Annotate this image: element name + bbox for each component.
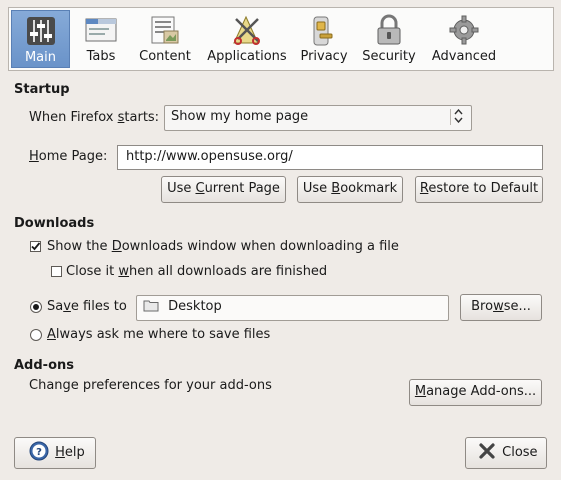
when-firefox-starts-label: When Firefox starts: <box>29 110 160 125</box>
home-page-input[interactable]: http://www.opensuse.org/ <box>117 145 543 170</box>
firefox-preferences-dialog: Main Tabs Content Applications Privacy S… <box>0 0 561 480</box>
startup-heading: Startup <box>14 82 70 97</box>
save-files-to-label: Save files to <box>47 299 127 314</box>
lock-icon <box>377 14 401 45</box>
tabs-icon <box>85 18 117 42</box>
startup-select-value: Show my home page <box>171 109 309 124</box>
startup-select-divider <box>450 109 451 125</box>
pane-main[interactable]: Main <box>11 10 70 68</box>
gear-icon <box>449 15 479 45</box>
help-button[interactable]: ? Help <box>14 437 96 469</box>
download-folder-value: Desktop <box>168 299 222 314</box>
always-ask-label: Always ask me where to save files <box>47 327 271 342</box>
always-ask-radio[interactable] <box>30 329 42 341</box>
home-page-label: Home Page: <box>29 149 108 164</box>
startup-select[interactable]: Show my home page <box>164 105 472 131</box>
content-icon <box>151 16 179 44</box>
pane-privacy-label: Privacy <box>300 49 348 64</box>
main-sliders-icon <box>26 17 55 45</box>
pane-security-label: Security <box>362 49 416 64</box>
pane-content-label: Content <box>139 49 191 64</box>
addons-description: Change preferences for your add-ons <box>29 378 272 393</box>
show-downloads-label: Show the Downloads window when downloadi… <box>47 239 399 254</box>
pane-applications[interactable]: Applications <box>203 10 291 68</box>
download-folder-chooser[interactable]: Desktop <box>136 295 449 321</box>
restore-to-default-button[interactable]: Restore to Default <box>415 176 543 203</box>
pane-tabs[interactable]: Tabs <box>75 10 127 68</box>
updown-arrows-icon <box>454 109 463 123</box>
pane-content[interactable]: Content <box>133 10 197 68</box>
pane-advanced-label: Advanced <box>431 49 497 64</box>
close-icon <box>479 443 495 459</box>
close-when-finished-checkbox[interactable] <box>51 266 62 277</box>
pane-tabs-label: Tabs <box>86 49 116 64</box>
show-downloads-checkbox[interactable] <box>30 241 41 252</box>
pane-privacy[interactable]: Privacy <box>295 10 353 68</box>
applications-icon <box>233 15 260 45</box>
close-when-finished-label: Close it when all downloads are finished <box>66 264 328 279</box>
radio-selected-dot <box>33 304 39 310</box>
manage-addons-button[interactable]: Manage Add-ons... <box>409 379 542 406</box>
folder-icon <box>143 300 159 312</box>
help-icon: ? <box>29 441 49 461</box>
pane-advanced[interactable]: Advanced <box>425 10 503 68</box>
pane-applications-label: Applications <box>207 49 287 64</box>
pane-main-label: Main <box>24 50 57 65</box>
close-button-label: Close <box>502 445 538 460</box>
browse-button[interactable]: Browse... <box>460 294 542 321</box>
close-button[interactable]: Close <box>465 437 547 469</box>
home-page-value: http://www.opensuse.org/ <box>126 149 293 164</box>
save-files-to-radio[interactable] <box>30 301 42 313</box>
use-bookmark-button[interactable]: Use Bookmark <box>297 176 403 203</box>
use-current-page-button[interactable]: Use Current Page <box>161 176 286 203</box>
preferences-toolbar: Main Tabs Content Applications Privacy S… <box>8 7 554 71</box>
downloads-heading: Downloads <box>14 216 95 231</box>
pane-security[interactable]: Security <box>359 10 419 68</box>
addons-heading: Add-ons <box>14 358 74 373</box>
svg-text:?: ? <box>36 447 42 458</box>
checkmark-icon <box>31 242 41 251</box>
privacy-icon <box>313 16 333 46</box>
